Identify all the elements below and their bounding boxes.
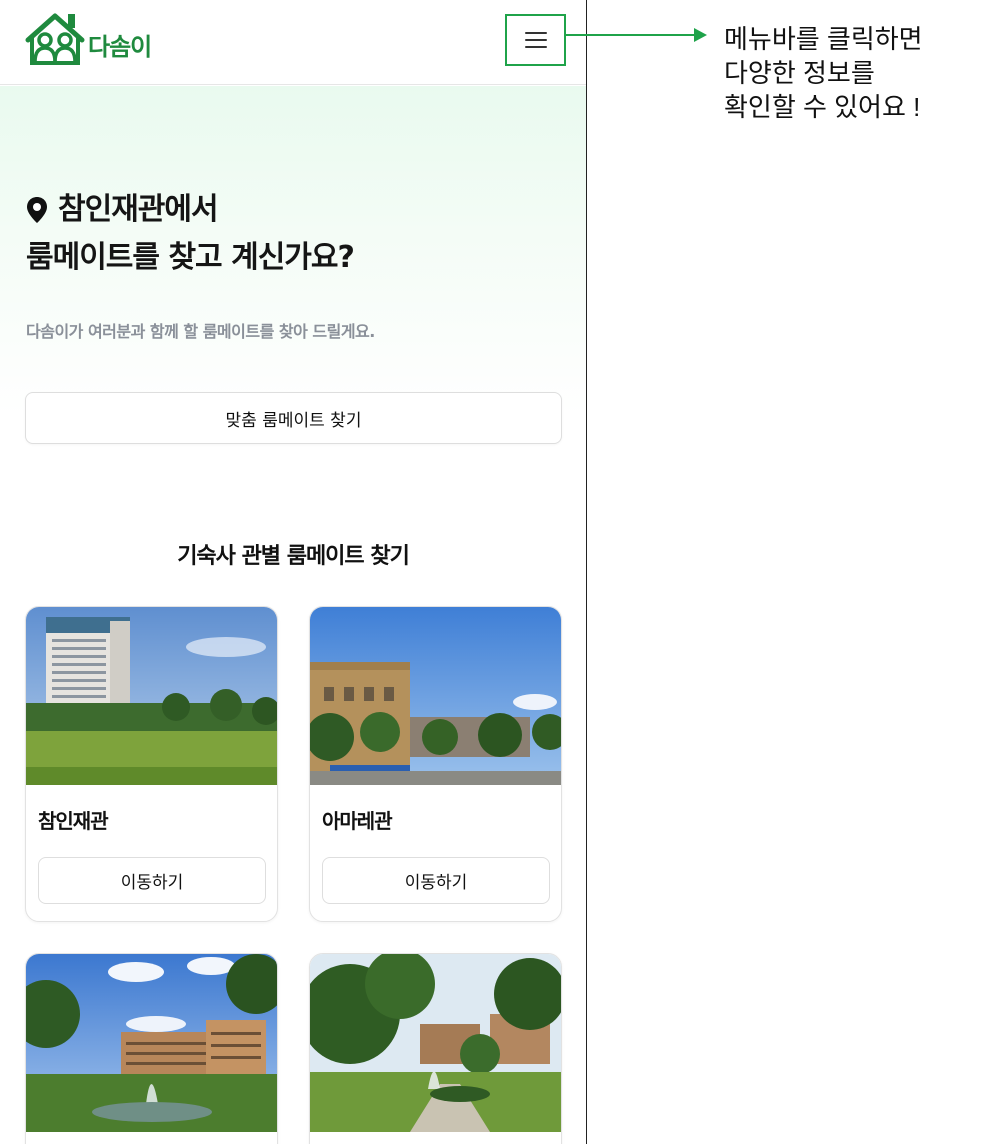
dorm-photo: [310, 607, 561, 785]
dorm-name: 참인재관: [38, 809, 109, 833]
dorm-card: [309, 953, 562, 1144]
hero-title-line2: 룸메이트를 찾고 계신가요?: [26, 240, 355, 275]
divider-line: [586, 0, 587, 1144]
hamburger-menu-icon: [524, 32, 547, 48]
dorm-name: 아마레관: [322, 809, 393, 833]
logo[interactable]: 다솜이: [24, 10, 152, 66]
annotation-line2: 다양한 정보를: [724, 58, 875, 88]
annotation-text: 메뉴바를 클릭하면 다양한 정보를 확인할 수 있어요 !: [724, 22, 923, 124]
dorm-card: [25, 953, 278, 1144]
location-pin-icon: [27, 197, 47, 223]
dorm-card: 참인재관 이동하기: [25, 606, 278, 922]
go-button[interactable]: 이동하기: [38, 857, 266, 904]
logo-text: 다솜이: [88, 33, 152, 61]
dorm-photo: [26, 607, 277, 785]
custom-roommate-button[interactable]: 맞춤 룸메이트 찾기: [25, 392, 562, 444]
annotation-line3: 확인할 수 있어요 !: [724, 92, 921, 122]
arrow-right-icon: [694, 28, 707, 42]
menu-button[interactable]: [505, 14, 566, 66]
hero-title-line1: 참인재관에서: [58, 192, 219, 227]
house-people-icon: [25, 13, 85, 65]
app-header: 다솜이: [0, 0, 586, 85]
section-title: 기숙사 관별 룸메이트 찾기: [177, 544, 410, 569]
annotation-line1: 메뉴바를 클릭하면: [724, 24, 923, 54]
dorm-photo: [26, 954, 277, 1132]
hero-title: 참인재관에서 룸메이트를 찾고 계신가요?: [26, 186, 355, 282]
dorm-card: 아마레관 이동하기: [309, 606, 562, 922]
mobile-screen: 다솜이 참인재관에서 룸메이트를 찾고 계신가요? 다솜이가 여러분과 함께 할…: [0, 0, 586, 1144]
hero-subtitle: 다솜이가 여러분과 함께 할 룸메이트를 찾아 드릴게요.: [26, 322, 375, 341]
dorm-photo: [310, 954, 561, 1132]
go-button[interactable]: 이동하기: [322, 857, 550, 904]
annotation-arrow-line: [566, 34, 696, 36]
